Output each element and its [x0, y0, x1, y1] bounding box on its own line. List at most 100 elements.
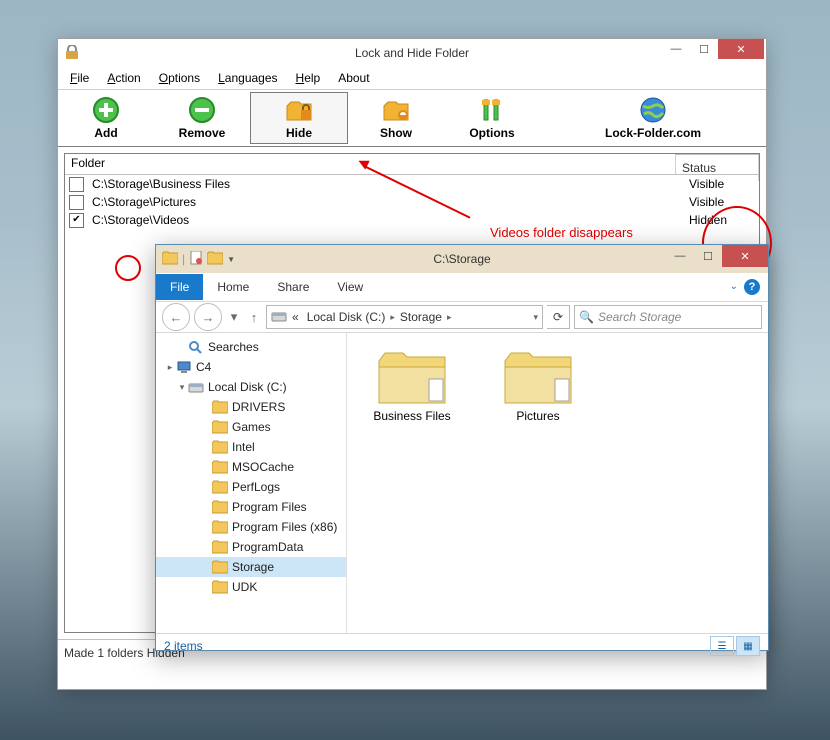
tree-node[interactable]: UDK — [156, 577, 346, 597]
search-icon: 🔍 — [579, 310, 594, 324]
explorer-body: Searches ▸ C4 ▾ Local Disk (C:) DRIVERS Games I… — [156, 333, 768, 633]
folder-icon — [212, 580, 228, 594]
tree-node[interactable]: Searches — [156, 337, 346, 357]
table-row[interactable]: ✔C:\Storage\VideosHidden — [65, 211, 759, 229]
refresh-button[interactable]: ⟳ — [547, 305, 570, 329]
address-bar[interactable]: « Local Disk (C:) ▸ Storage ▸ ▾ — [266, 305, 543, 329]
tree-node[interactable]: Program Files — [156, 497, 346, 517]
tree-label: Program Files (x86) — [232, 520, 337, 534]
tree-label: Storage — [232, 560, 274, 574]
col-folder[interactable]: Folder — [65, 154, 676, 174]
crumb-folder[interactable]: Storage — [397, 310, 445, 324]
forward-button[interactable]: → — [194, 303, 222, 331]
tree-node[interactable]: Program Files (x86) — [156, 517, 346, 537]
item-count: 2 items — [164, 639, 203, 653]
view-details-button[interactable]: ☰ — [710, 636, 734, 656]
tree-node[interactable]: ▾ Local Disk (C:) — [156, 377, 346, 397]
tree-label: ProgramData — [232, 540, 303, 554]
add-button[interactable]: Add — [58, 90, 154, 146]
minimize-button[interactable]: — — [662, 39, 690, 59]
search-input[interactable]: 🔍 Search Storage — [574, 305, 762, 329]
address-dropdown-icon[interactable]: ▾ — [533, 312, 538, 323]
tree-node[interactable]: Intel — [156, 437, 346, 457]
folder-item[interactable]: Business Files — [367, 349, 457, 423]
ribbon-file-tab[interactable]: File — [156, 274, 203, 300]
tree-label: Local Disk (C:) — [208, 380, 287, 394]
folder-icon — [212, 460, 228, 474]
explorer-navbar: ← → ▾ ↑ « Local Disk (C:) ▸ Storage ▸ ▾ … — [156, 302, 768, 333]
close-button[interactable]: ✕ — [718, 39, 764, 59]
menu-action[interactable]: Action — [99, 69, 148, 87]
chevron-right-icon[interactable]: ▸ — [447, 312, 452, 323]
folder-icon — [212, 540, 228, 554]
tree-node[interactable]: ▸ C4 — [156, 357, 346, 377]
recent-dropdown-icon[interactable]: ▾ — [226, 304, 242, 330]
menu-languages[interactable]: Languages — [210, 69, 285, 87]
expand-icon[interactable]: ▸ — [164, 362, 176, 373]
annotation-checkbox-circle — [115, 255, 141, 281]
view-icons-button[interactable]: ▦ — [736, 636, 760, 656]
folder-label: Business Files — [373, 409, 450, 423]
crumb-drive[interactable]: Local Disk (C:) — [304, 310, 389, 324]
remove-label: Remove — [179, 126, 226, 140]
row-checkbox[interactable]: ✔ — [69, 213, 84, 228]
nav-tree[interactable]: Searches ▸ C4 ▾ Local Disk (C:) DRIVERS Games I… — [156, 333, 347, 633]
maximize-button[interactable]: ☐ — [690, 39, 718, 59]
app-titlebar[interactable]: Lock and Hide Folder — ☐ ✕ — [58, 39, 766, 67]
drive-icon — [188, 380, 204, 394]
menu-file[interactable]: File — [62, 69, 97, 87]
row-checkbox[interactable] — [69, 195, 84, 210]
table-row[interactable]: C:\Storage\PicturesVisible — [65, 193, 759, 211]
show-icon — [382, 96, 410, 124]
ribbon-share-tab[interactable]: Share — [263, 274, 323, 300]
help-icon[interactable]: ? — [744, 279, 760, 295]
tree-label: Intel — [232, 440, 255, 454]
folder-icon — [212, 560, 228, 574]
ribbon-home-tab[interactable]: Home — [203, 274, 263, 300]
tree-node[interactable]: MSOCache — [156, 457, 346, 477]
tree-label: C4 — [196, 360, 211, 374]
folder-item[interactable]: Pictures — [493, 349, 583, 423]
tree-node[interactable]: PerfLogs — [156, 477, 346, 497]
app-menubar: File Action Options Languages Help About — [58, 67, 766, 89]
content-pane[interactable]: Business Files Pictures — [347, 333, 768, 633]
explorer-maximize-button[interactable]: ☐ — [694, 245, 722, 267]
menu-help[interactable]: Help — [288, 69, 329, 87]
back-button[interactable]: ← — [162, 303, 190, 331]
chevron-right-icon[interactable]: ▸ — [390, 312, 395, 323]
row-checkbox[interactable] — [69, 177, 84, 192]
pc-icon — [176, 360, 192, 374]
website-button[interactable]: Lock-Folder.com — [540, 90, 766, 146]
show-label: Show — [380, 126, 412, 140]
remove-button[interactable]: Remove — [154, 90, 250, 146]
app-toolbar: Add Remove Hide Show Options Lock-Folder… — [58, 89, 766, 147]
explorer-minimize-button[interactable]: — — [666, 245, 694, 267]
menu-about[interactable]: About — [330, 69, 377, 87]
explorer-close-button[interactable]: ✕ — [722, 245, 768, 267]
tree-label: Games — [232, 420, 271, 434]
row-path: C:\Storage\Business Files — [92, 177, 683, 191]
explorer-window: | ▼ C:\Storage — ☐ ✕ File Home Share Vie… — [155, 244, 769, 651]
tree-node[interactable]: Storage — [156, 557, 346, 577]
up-button[interactable]: ↑ — [246, 304, 262, 330]
globe-icon — [639, 96, 667, 124]
remove-icon — [188, 96, 216, 124]
row-status: Visible — [683, 177, 759, 191]
hide-button[interactable]: Hide — [250, 92, 348, 144]
tree-node[interactable]: ProgramData — [156, 537, 346, 557]
ribbon-view-tab[interactable]: View — [323, 274, 377, 300]
crumb-prefix: « — [289, 310, 302, 324]
tree-label: Searches — [208, 340, 259, 354]
show-button[interactable]: Show — [348, 90, 444, 146]
folder-icon — [503, 349, 573, 405]
options-icon — [478, 96, 506, 124]
tree-node[interactable]: DRIVERS — [156, 397, 346, 417]
add-icon — [92, 96, 120, 124]
search-icon — [188, 340, 204, 354]
options-button[interactable]: Options — [444, 90, 540, 146]
expand-icon[interactable]: ▾ — [176, 382, 188, 393]
explorer-titlebar[interactable]: | ▼ C:\Storage — ☐ ✕ — [156, 245, 768, 273]
menu-options[interactable]: Options — [151, 69, 208, 87]
ribbon-expand-icon[interactable]: ⌄ — [730, 281, 738, 292]
tree-node[interactable]: Games — [156, 417, 346, 437]
